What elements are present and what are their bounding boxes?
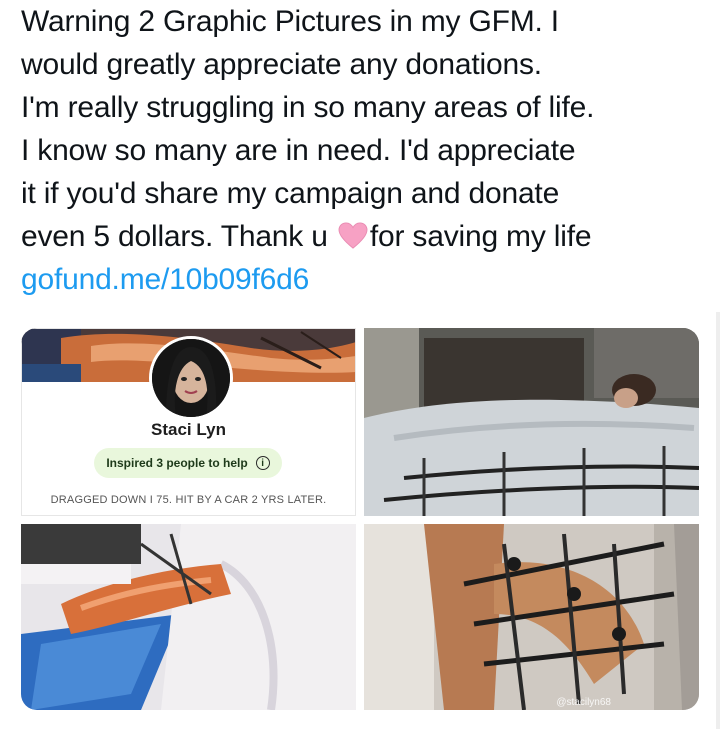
scrollbar[interactable] [716, 312, 720, 729]
tweet-line-part: for saving my life [369, 220, 592, 253]
tweet-line: would greatly appreciate any donations. [21, 48, 542, 81]
gofundme-link[interactable]: gofund.me/10b09f6d6 [21, 258, 711, 301]
card-border [21, 328, 356, 516]
tweet-line: I'm really struggling in so many areas o… [21, 91, 595, 124]
tweet-line: I know so many are in need. I'd apprecia… [21, 134, 576, 167]
tweet-line-with-emoji: even 5 dollars. Thank u for saving my li… [21, 215, 711, 258]
pink-heart-icon [338, 222, 368, 249]
gofundme-card-image[interactable]: Staci Lyn Inspired 3 people to help i DR… [21, 328, 356, 516]
tweet-line: Warning 2 Graphic Pictures in my GFM. I [21, 5, 559, 38]
injured-leg-photo[interactable] [21, 524, 356, 710]
tweet-line: it if you'd share my campaign and donate [21, 177, 560, 210]
external-fixator-photo[interactable]: @stacilyn68 [364, 524, 699, 710]
hospital-bed-photo[interactable] [364, 328, 699, 516]
tweet-line-part: even 5 dollars. Thank u [21, 220, 328, 253]
tweet-text: Warning 2 Graphic Pictures in my GFM. I … [21, 0, 711, 301]
injured-leg-image [21, 524, 356, 710]
external-fixator-image [364, 524, 699, 710]
media-grid: Staci Lyn Inspired 3 people to help i DR… [21, 328, 699, 710]
hospital-bed-image [364, 328, 699, 516]
tiktok-watermark: @stacilyn68 [556, 697, 611, 708]
